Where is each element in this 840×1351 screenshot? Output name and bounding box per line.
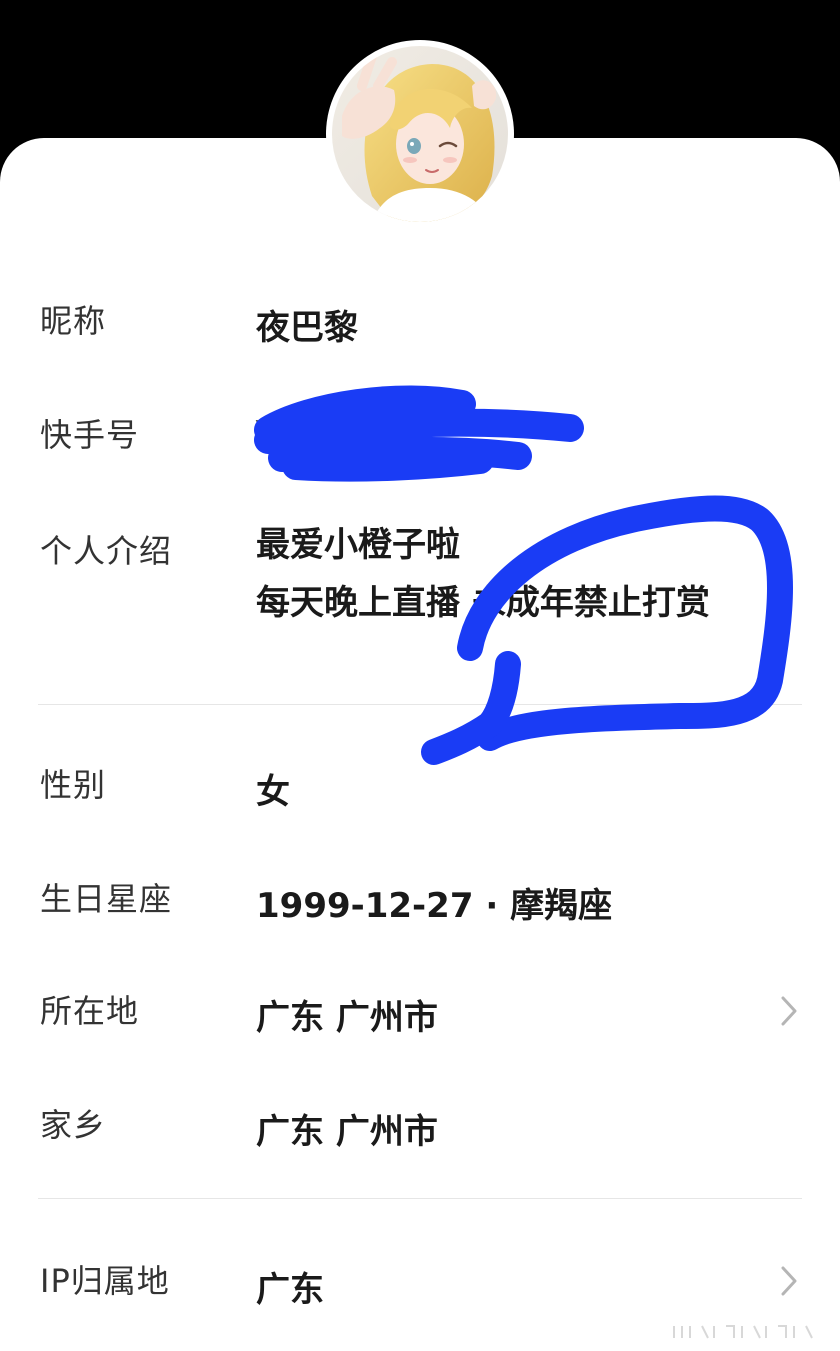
kuaishou-id-value: Y (256, 414, 281, 454)
watermark-mark (673, 1325, 813, 1339)
chevron-right-icon[interactable] (778, 994, 800, 1028)
intro-value: 最爱小橙子啦 每天晚上直播 未成年禁止打赏 (256, 516, 710, 632)
ip-location-value: 广东 (256, 1270, 324, 1310)
gender-label: 性别 (40, 766, 107, 804)
hometown-label: 家乡 (40, 1106, 107, 1144)
location-value: 广东 广州市 (256, 998, 438, 1038)
kuaishou-id-label: 快手号 (40, 416, 140, 454)
location-label: 所在地 (40, 992, 140, 1030)
nickname-value: 夜巴黎 (256, 308, 358, 348)
gender-value: 女 (256, 772, 290, 812)
nickname-label: 昵称 (40, 302, 107, 340)
ip-location-label: IP归属地 (40, 1262, 170, 1300)
intro-label: 个人介绍 (40, 532, 173, 570)
birthday-value: 1999-12-27 · 摩羯座 (256, 886, 613, 926)
profile-card: 昵称 夜巴黎 快手号 Y 个人介绍 最爱小橙子啦 每天晚上直播 未成年禁止打赏 … (0, 138, 840, 1351)
birthday-label: 生日星座 (40, 880, 173, 918)
divider (38, 1198, 802, 1199)
avatar-anime-girl-image (332, 46, 508, 222)
intro-line-2: 每天晚上直播 未成年禁止打赏 (256, 583, 710, 623)
avatar[interactable] (326, 40, 514, 228)
hometown-value: 广东 广州市 (256, 1112, 438, 1152)
intro-line-1: 最爱小橙子啦 (256, 525, 460, 565)
chevron-right-icon[interactable] (778, 1264, 800, 1298)
divider (38, 704, 802, 705)
